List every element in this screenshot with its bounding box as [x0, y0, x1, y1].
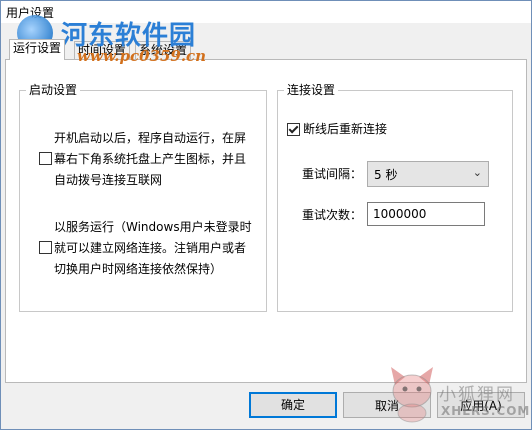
autostart-label-line2: 幕右下角系统托盘上产生图标，并且 — [54, 152, 247, 166]
fox-mascot-icon — [391, 367, 433, 423]
connection-settings-group: 连接设置 断线后重新连接 重试间隔： 5 秒 ⌄ 重试次数： — [277, 83, 513, 312]
connection-settings-title: 连接设置 — [284, 83, 339, 98]
corner-watermark-name: 小狐狸网 — [439, 385, 515, 405]
retry-count-label: 重试次数： — [302, 208, 363, 222]
corner-watermark-url: XHLRS.COM — [441, 404, 531, 418]
retry-count-input[interactable] — [367, 202, 485, 226]
autostart-checkbox[interactable] — [39, 152, 52, 165]
reconnect-label: 断线后重新连接 — [303, 122, 388, 136]
autostart-label-line3: 自动拨号连接互联网 — [54, 173, 163, 187]
chevron-down-icon: ⌄ — [472, 166, 482, 179]
startup-settings-title: 启动设置 — [26, 83, 81, 98]
run-as-service-label-line2: 就可以建立网络连接。注销用户或者 — [54, 241, 247, 255]
ok-button[interactable]: 确定 — [249, 392, 337, 418]
run-as-service-checkbox[interactable] — [39, 241, 52, 254]
retry-interval-select[interactable]: 5 秒 ⌄ — [367, 161, 489, 187]
corner-watermark: 小狐狸网 XHLRS.COM — [439, 380, 531, 428]
site-watermark-url: www.pc0359.cn — [77, 47, 207, 65]
retry-interval-label: 重试间隔： — [302, 167, 363, 181]
run-as-service-label-line1: 以服务运行（Windows用户未登录时 — [54, 220, 252, 234]
autostart-label-line1: 开机启动以后，程序自动运行，在屏 — [54, 131, 247, 145]
retry-interval-value: 5 秒 — [374, 168, 398, 182]
reconnect-checkbox[interactable] — [287, 123, 300, 136]
tab-run-settings[interactable]: 运行设置 — [9, 39, 66, 60]
startup-settings-group: 启动设置 开机启动以后，程序自动运行，在屏 幕右下角系统托盘上产生图标，并且 自… — [19, 83, 267, 312]
user-settings-dialog: 用户设置 运行设置 时间设置 系统设置 启动设置 开机启动以后，程序自动运行，在… — [0, 0, 532, 430]
run-as-service-label-line3: 切换用户时网络连接依然保持） — [54, 262, 223, 276]
tab-panel-run-settings: 启动设置 开机启动以后，程序自动运行，在屏 幕右下角系统托盘上产生图标，并且 自… — [5, 59, 527, 383]
